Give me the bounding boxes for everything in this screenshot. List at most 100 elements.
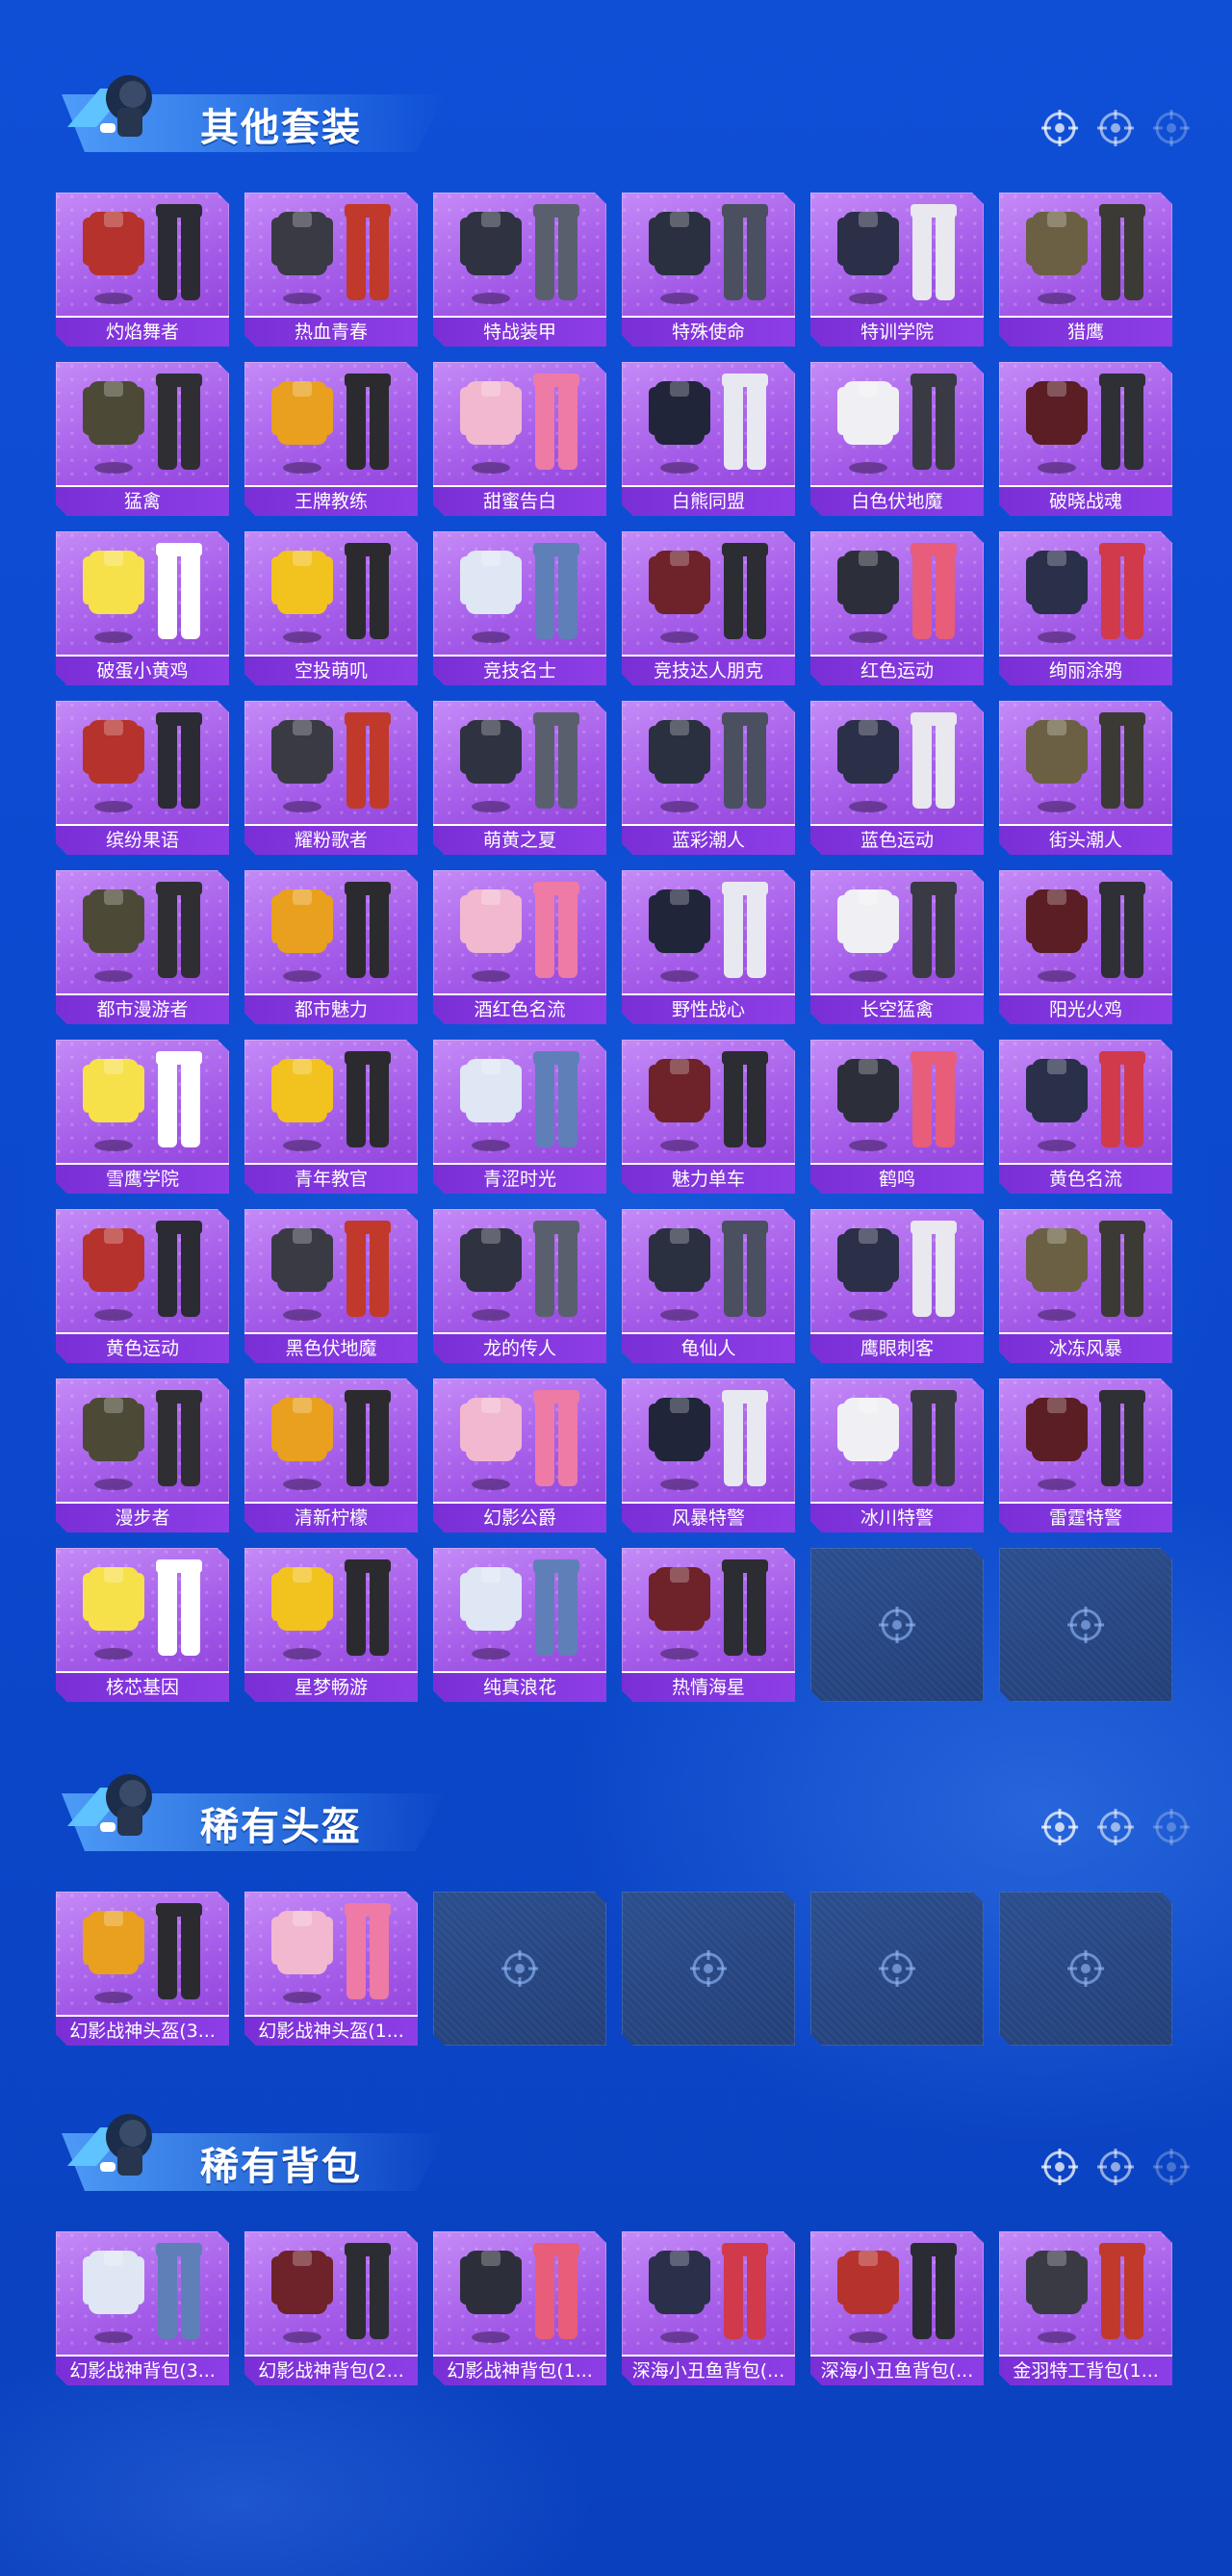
- item-image-icon: [83, 2243, 202, 2343]
- item-image-icon: [271, 1051, 391, 1151]
- target-icon-group: [1040, 2147, 1192, 2187]
- item-name: 白色伏地魔: [851, 491, 943, 512]
- item-card[interactable]: 冰川特警: [810, 1378, 984, 1533]
- item-card[interactable]: 白色伏地魔: [810, 362, 984, 516]
- item-name: 核芯基因: [105, 1677, 179, 1698]
- item-name: 特训学院: [860, 322, 934, 343]
- section-title: 稀有头盔: [200, 1805, 362, 1849]
- helmet-grid: 幻影战神头盔(3... 幻影战神头盔(1...: [56, 1892, 1172, 2046]
- item-card[interactable]: 特战装甲: [433, 193, 606, 347]
- item-name: 深海小丑鱼背包(...: [631, 2360, 785, 2382]
- item-card[interactable]: 黄色运动: [56, 1209, 229, 1363]
- item-card[interactable]: 青涩时光: [433, 1040, 606, 1194]
- item-card[interactable]: 耀粉歌者: [244, 701, 418, 855]
- item-card[interactable]: 纯真浪花: [433, 1548, 606, 1702]
- target-icon: [879, 1607, 915, 1643]
- item-name: 幻影战神头盔(3...: [69, 2021, 216, 2042]
- item-card[interactable]: 青年教官: [244, 1040, 418, 1194]
- item-card[interactable]: 猎鹰: [999, 193, 1172, 347]
- item-name: 竞技达人朋克: [653, 660, 763, 682]
- item-card[interactable]: 空投萌叽: [244, 531, 418, 685]
- item-card[interactable]: 清新柠檬: [244, 1378, 418, 1533]
- item-image-icon: [460, 1390, 579, 1490]
- item-name: 绚丽涂鸦: [1048, 660, 1122, 682]
- item-card[interactable]: 核芯基因: [56, 1548, 229, 1702]
- item-card[interactable]: 萌黄之夏: [433, 701, 606, 855]
- item-card[interactable]: 缤纷果语: [56, 701, 229, 855]
- item-card[interactable]: 黑色伏地魔: [244, 1209, 418, 1363]
- item-card[interactable]: 深海小丑鱼背包(...: [810, 2231, 984, 2385]
- item-image-icon: [271, 543, 391, 643]
- target-icon: [879, 1950, 915, 1987]
- item-card[interactable]: 幻影战神头盔(3...: [56, 1892, 229, 2046]
- item-image-icon: [649, 882, 768, 982]
- item-image-icon: [1026, 1390, 1145, 1490]
- item-image-icon: [1026, 374, 1145, 474]
- item-card[interactable]: 破蛋小黄鸡: [56, 531, 229, 685]
- item-image-icon: [271, 1559, 391, 1660]
- item-card[interactable]: 甜蜜告白: [433, 362, 606, 516]
- item-name: 青涩时光: [482, 1169, 556, 1190]
- item-image-icon: [837, 2243, 957, 2343]
- item-card[interactable]: 星梦畅游: [244, 1548, 418, 1702]
- item-card[interactable]: 金羽特工背包(1...: [999, 2231, 1172, 2385]
- item-image-icon: [460, 1221, 579, 1321]
- item-card[interactable]: 漫步者: [56, 1378, 229, 1533]
- item-card[interactable]: 都市魅力: [244, 870, 418, 1024]
- item-card[interactable]: 幻影公爵: [433, 1378, 606, 1533]
- item-card[interactable]: 冰冻风暴: [999, 1209, 1172, 1363]
- item-card[interactable]: 蓝色运动: [810, 701, 984, 855]
- target-icon: [1041, 110, 1078, 146]
- item-card[interactable]: 鹰眼刺客: [810, 1209, 984, 1363]
- item-card[interactable]: 都市漫游者: [56, 870, 229, 1024]
- item-name: 幻影公爵: [482, 1507, 556, 1529]
- item-card[interactable]: 龟仙人: [622, 1209, 795, 1363]
- item-card[interactable]: 酒红色名流: [433, 870, 606, 1024]
- item-card[interactable]: 野性战心: [622, 870, 795, 1024]
- item-card[interactable]: 王牌教练: [244, 362, 418, 516]
- target-icon: [1041, 1809, 1078, 1845]
- item-name: 龟仙人: [680, 1338, 736, 1359]
- item-image-icon: [837, 882, 957, 982]
- item-name: 漫步者: [115, 1507, 170, 1529]
- item-image-icon: [271, 882, 391, 982]
- item-card[interactable]: 热情海星: [622, 1548, 795, 1702]
- item-card[interactable]: 街头潮人: [999, 701, 1172, 855]
- item-card[interactable]: 白熊同盟: [622, 362, 795, 516]
- item-card[interactable]: 猛禽: [56, 362, 229, 516]
- item-image-icon: [1026, 543, 1145, 643]
- item-card[interactable]: 蓝彩潮人: [622, 701, 795, 855]
- item-name: 清新柠檬: [294, 1507, 368, 1529]
- item-name: 甜蜜告白: [482, 491, 556, 512]
- item-card[interactable]: 竞技名士: [433, 531, 606, 685]
- item-card[interactable]: 魅力单车: [622, 1040, 795, 1194]
- item-image-icon: [649, 204, 768, 304]
- item-card[interactable]: 灼焰舞者: [56, 193, 229, 347]
- item-card[interactable]: 长空猛禽: [810, 870, 984, 1024]
- item-image-icon: [837, 374, 957, 474]
- item-card[interactable]: 深海小丑鱼背包(...: [622, 2231, 795, 2385]
- item-card[interactable]: 特训学院: [810, 193, 984, 347]
- item-name: 长空猛禽: [860, 999, 934, 1020]
- item-card[interactable]: 幻影战神背包(1...: [433, 2231, 606, 2385]
- item-card[interactable]: 黄色名流: [999, 1040, 1172, 1194]
- item-name: 热血青春: [294, 322, 368, 343]
- item-card[interactable]: 幻影战神背包(2...: [244, 2231, 418, 2385]
- item-card[interactable]: 幻影战神背包(3...: [56, 2231, 229, 2385]
- item-name: 雪鹰学院: [105, 1169, 179, 1190]
- item-card[interactable]: 破晓战魂: [999, 362, 1172, 516]
- item-card[interactable]: 风暴特警: [622, 1378, 795, 1533]
- item-image-icon: [271, 1221, 391, 1321]
- item-card[interactable]: 雪鹰学院: [56, 1040, 229, 1194]
- item-card[interactable]: 阳光火鸡: [999, 870, 1172, 1024]
- item-card[interactable]: 雷霆特警: [999, 1378, 1172, 1533]
- item-card[interactable]: 龙的传人: [433, 1209, 606, 1363]
- item-card[interactable]: 绚丽涂鸦: [999, 531, 1172, 685]
- item-card[interactable]: 特殊使命: [622, 193, 795, 347]
- item-card[interactable]: 热血青春: [244, 193, 418, 347]
- item-card[interactable]: 竞技达人朋克: [622, 531, 795, 685]
- item-card[interactable]: 幻影战神头盔(1...: [244, 1892, 418, 2046]
- item-name: 蓝色运动: [860, 830, 934, 851]
- item-card[interactable]: 鹤鸣: [810, 1040, 984, 1194]
- item-card[interactable]: 红色运动: [810, 531, 984, 685]
